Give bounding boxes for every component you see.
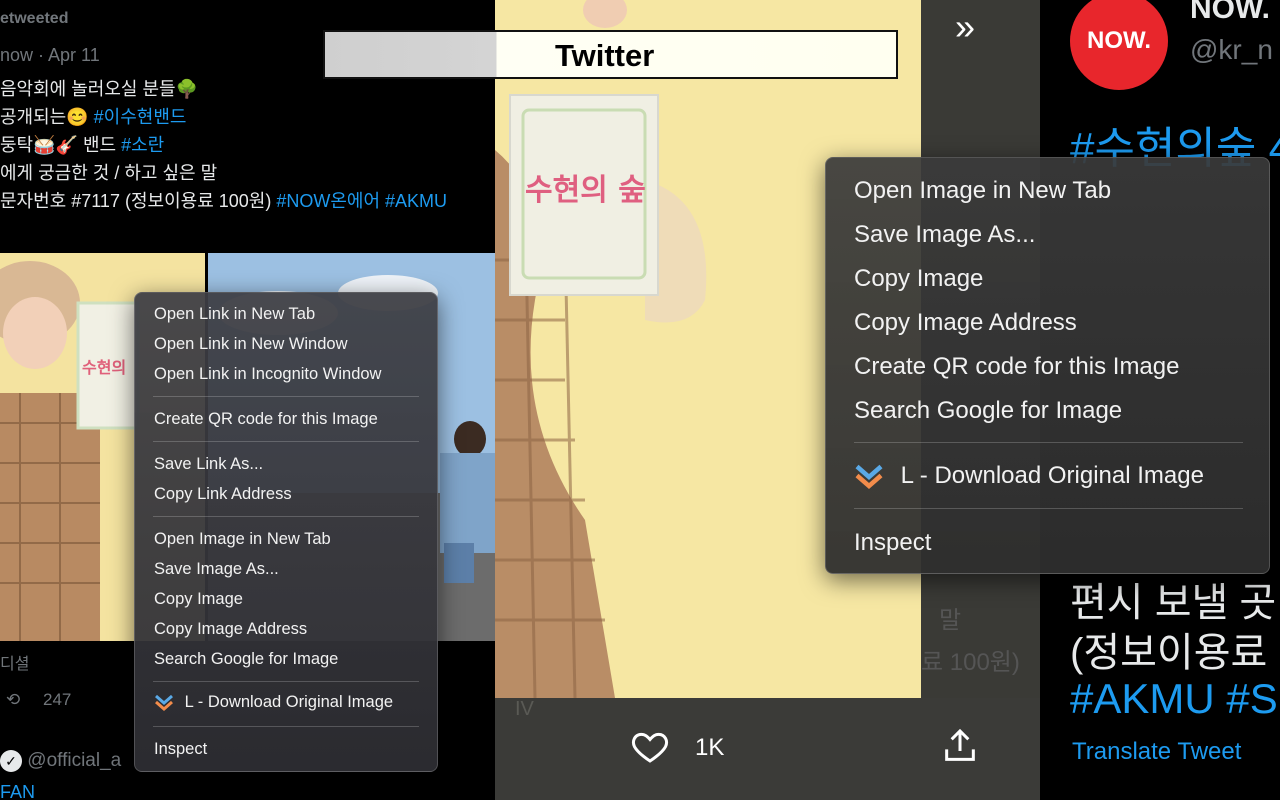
menu-download-original-image[interactable]: L - Download Original Image <box>854 462 1204 492</box>
retweet-count: 247 <box>42 690 72 709</box>
download-label: L - Download Original Image <box>900 462 1204 490</box>
tweet-line-3: 둥탁🥁🎸 밴드 #소란 <box>0 131 164 157</box>
retweet-action[interactable]: ⟲ 247 <box>6 690 71 710</box>
menu-copy-link-address[interactable]: Copy Link Address <box>154 485 292 504</box>
menu-inspect[interactable]: Inspect <box>154 740 207 759</box>
tweet-line-b: (정보이용료 <box>1070 631 1268 675</box>
retweeted-label: etweeted <box>0 10 69 27</box>
menu-search-google-image[interactable]: Search Google for Image <box>854 397 1122 425</box>
footer-label: 디셜 <box>0 656 30 673</box>
menu-inspect[interactable]: Inspect <box>854 529 931 557</box>
menu-create-qr[interactable]: Create QR code for this Image <box>854 353 1179 381</box>
menu-separator <box>153 396 419 397</box>
chevron-down-icon <box>155 694 173 711</box>
menu-copy-image-address[interactable]: Copy Image Address <box>854 309 1077 337</box>
overlay-text-1: 말 <box>939 607 962 634</box>
download-label: L - Download Original Image <box>184 693 394 712</box>
next-handle: @official_a <box>27 750 122 772</box>
tweet-line-2-text: 공개되는😊 <box>0 107 89 127</box>
share-icon <box>945 728 975 761</box>
heart-icon <box>631 732 669 763</box>
verified-icon: ✓ <box>0 750 22 772</box>
collapse-panel-icon[interactable]: » <box>955 6 975 48</box>
retweet-icon: ⟲ <box>6 690 21 709</box>
hashtag-link[interactable]: #이수현밴드 <box>94 107 187 127</box>
menu-separator <box>854 508 1243 509</box>
next-tweet-author[interactable]: ✓ @official_a <box>0 750 121 772</box>
svg-text:수현의: 수현의 <box>82 358 126 377</box>
menu-open-link-new-tab[interactable]: Open Link in New Tab <box>154 305 315 324</box>
tweet-line-3-text: 둥탁🥁🎸 밴드 <box>0 135 117 155</box>
menu-save-link-as[interactable]: Save Link As... <box>154 455 263 474</box>
menu-open-link-new-window[interactable]: Open Link in New Window <box>154 335 348 354</box>
media-action-bar: IV 1K <box>495 698 1040 800</box>
menu-separator <box>153 516 419 517</box>
menu-save-image-as[interactable]: Save Image As... <box>154 560 279 579</box>
sign-text: 수현의 숲 <box>525 173 646 208</box>
menu-save-image-as[interactable]: Save Image As... <box>854 221 1035 249</box>
menu-open-image-new-tab[interactable]: Open Image in New Tab <box>154 530 331 549</box>
title-banner: Twitter <box>323 30 898 79</box>
now-logo-avatar[interactable]: NOW. <box>1070 0 1168 90</box>
menu-copy-image[interactable]: Copy Image <box>154 590 243 609</box>
tweet-line-c[interactable]: #AKMU #S <box>1070 675 1278 723</box>
tweet-time[interactable]: now · Apr 11 <box>0 45 100 66</box>
hashtag-link[interactable]: #소란 <box>121 135 164 155</box>
account-name[interactable]: NOW. <box>1190 0 1270 26</box>
chevron-down-icon <box>855 464 883 489</box>
menu-copy-image[interactable]: Copy Image <box>854 265 983 293</box>
menu-search-google-image[interactable]: Search Google for Image <box>154 650 338 669</box>
menu-open-link-incognito[interactable]: Open Link in Incognito Window <box>154 365 381 384</box>
menu-download-original-image[interactable]: L - Download Original Image <box>154 693 393 713</box>
like-count: 1K <box>695 734 725 761</box>
fan-link[interactable]: FAN <box>0 782 35 800</box>
menu-create-qr[interactable]: Create QR code for this Image <box>154 410 378 429</box>
menu-separator <box>854 442 1243 443</box>
overlay-text-2: 료 100원) <box>921 649 1020 676</box>
context-menu-small: Open Link in New Tab Open Link in New Wi… <box>134 292 438 772</box>
page-title: Twitter <box>555 38 655 73</box>
share-button[interactable] <box>940 726 980 771</box>
tweet-line-5-text: 문자번호 #7117 (정보이용료 100원) <box>0 191 272 211</box>
menu-separator <box>153 681 419 682</box>
context-menu-large: Open Image in New Tab Save Image As... C… <box>825 157 1270 574</box>
tweet-line-4: 에게 궁금한 것 / 하고 싶은 말 <box>0 163 218 183</box>
tweet-line-5: 문자번호 #7117 (정보이용료 100원) #NOW온에어 #AKMU <box>0 187 447 213</box>
overlay-text-3: IV <box>515 698 534 720</box>
account-handle[interactable]: @kr_n <box>1190 34 1273 66</box>
menu-open-image-new-tab[interactable]: Open Image in New Tab <box>854 177 1111 205</box>
menu-separator <box>153 726 419 727</box>
hashtag-link[interactable]: #NOW온에어 #AKMU <box>276 191 447 211</box>
like-button[interactable] <box>630 726 670 771</box>
translate-tweet-link[interactable]: Translate Tweet <box>1072 738 1241 766</box>
menu-separator <box>153 441 419 442</box>
menu-copy-image-address[interactable]: Copy Image Address <box>154 620 307 639</box>
tweet-line-1: 음악회에 놀러오실 분들🌳 <box>0 79 199 99</box>
tweet-line-2: 공개되는😊 #이수현밴드 <box>0 103 186 129</box>
